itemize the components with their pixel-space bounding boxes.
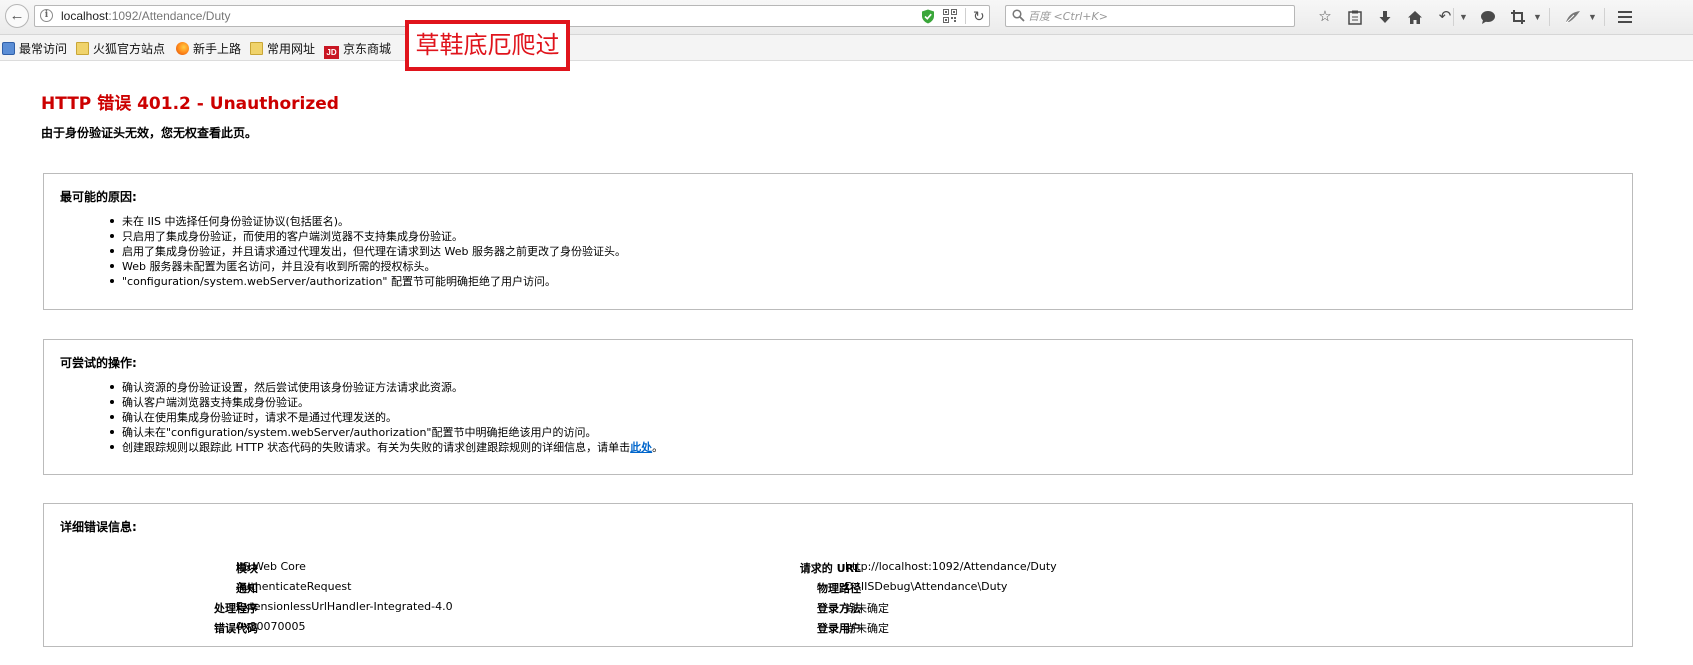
bookmarks-bar: 最常访问 火狐官方站点 新手上路 常用网址 JD 京东商城	[0, 35, 1693, 61]
reading-list-icon[interactable]	[1345, 7, 1365, 27]
back-arrow-icon: ←	[9, 7, 25, 24]
qr-code-icon[interactable]	[943, 9, 957, 23]
list-item-text: 确认在使用集成身份验证时，请求不是通过代理发送的。	[122, 411, 397, 424]
bookmark-label: 最常访问	[19, 42, 68, 56]
search-input[interactable]	[1028, 8, 1288, 24]
jd-icon: JD	[324, 46, 339, 59]
page-title: HTTP 错误 401.2 - Unauthorized	[41, 94, 339, 114]
list-item: 创建跟踪规则以跟踪此 HTTP 状态代码的失败请求。有关为失败的请求创建跟踪规则…	[110, 440, 663, 455]
bullet	[110, 279, 114, 283]
bookmark-most-visited[interactable]: 最常访问	[2, 40, 67, 56]
list-item: 未在 IIS 中选择任何身份验证协议(包括匿名)。	[110, 214, 626, 229]
list-item-text: 启用了集成身份验证，并且请求通过代理发出，但代理在请求到达 Web 服务器之前更…	[122, 245, 626, 258]
list-item-text: Web 服务器未配置为匿名访问，并且没有收到所需的授权标头。	[122, 260, 436, 273]
list-item-text: 创建跟踪规则以跟踪此 HTTP 状态代码的失败请求。有关为失败的请求创建跟踪规则…	[122, 441, 631, 454]
list-item: 确认未在"configuration/system.webServer/auth…	[110, 425, 663, 440]
bullet	[110, 445, 114, 449]
site-info-icon[interactable]: i	[40, 9, 53, 22]
search-icon	[1012, 9, 1025, 22]
extension-dropdown-icon[interactable]: ▼	[1588, 7, 1597, 27]
list-item: 启用了集成身份验证，并且请求通过代理发出，但代理在请求到达 Web 服务器之前更…	[110, 244, 626, 259]
actions-panel: 可尝试的操作: 确认资源的身份验证设置，然后尝试使用该身份验证方法请求此资源。 …	[43, 339, 1633, 475]
firefox-icon	[176, 42, 189, 55]
list-item: 确认资源的身份验证设置，然后尝试使用该身份验证方法请求此资源。	[110, 380, 663, 395]
list-item-text: 未在 IIS 中选择任何身份验证协议(包括匿名)。	[122, 215, 350, 228]
list-item: 确认客户端浏览器支持集成身份验证。	[110, 395, 663, 410]
list-item: 只启用了集成身份验证，而使用的客户端浏览器不支持集成身份验证。	[110, 229, 626, 244]
folder-icon	[76, 42, 89, 55]
bullet	[110, 264, 114, 268]
toolbar-separator	[1549, 8, 1550, 26]
browser-toolbar: ← i localhost:1092/Attendance/Duty ↻ ☆	[0, 0, 1693, 35]
detail-value-request-url: http://localhost:1092/Attendance/Duty	[845, 560, 1057, 573]
folder-icon	[250, 42, 263, 55]
bookmark-star-icon[interactable]: ☆	[1315, 7, 1335, 27]
crop-dropdown-icon[interactable]: ▼	[1533, 7, 1542, 27]
list-item: Web 服务器未配置为匿名访问，并且没有收到所需的授权标头。	[110, 259, 626, 274]
shield-icon[interactable]	[921, 9, 935, 24]
list-item: "configuration/system.webServer/authoriz…	[110, 274, 626, 289]
details-panel: 详细错误信息: 模块 IIS Web Core 通知 AuthenticateR…	[43, 503, 1633, 647]
detail-value-logon-user: 尚未确定	[845, 622, 889, 635]
bookmark-label: 常用网址	[267, 42, 316, 56]
causes-heading: 最可能的原因:	[60, 190, 137, 204]
bullet	[110, 415, 114, 419]
detail-value-module: IIS Web Core	[236, 560, 306, 573]
bookmark-getting-started[interactable]: 新手上路	[176, 40, 241, 56]
detail-value-handler: ExtensionlessUrlHandler-Integrated-4.0	[236, 600, 453, 613]
detail-value-error-code: 0x80070005	[236, 620, 306, 633]
url-text[interactable]: localhost:1092/Attendance/Duty	[61, 9, 230, 23]
bullet	[110, 219, 114, 223]
url-bar-divider	[965, 8, 966, 24]
recent-icon	[2, 42, 15, 55]
downloads-icon[interactable]	[1375, 7, 1395, 27]
details-heading: 详细错误信息:	[60, 520, 137, 534]
chat-bubble-icon[interactable]	[1478, 7, 1498, 27]
causes-list: 未在 IIS 中选择任何身份验证协议(包括匿名)。 只启用了集成身份验证，而使用…	[110, 214, 626, 289]
list-item-suffix: 。	[652, 441, 664, 454]
bookmark-label: 京东商城	[343, 42, 392, 56]
crop-icon[interactable]	[1508, 7, 1528, 27]
bullet	[110, 400, 114, 404]
bookmark-firefox-site[interactable]: 火狐官方站点	[76, 40, 165, 56]
page-subtitle: 由于身份验证头无效，您无权查看此页。	[41, 126, 258, 140]
detail-value-notification: AuthenticateRequest	[236, 580, 352, 593]
menu-icon[interactable]	[1615, 7, 1635, 27]
home-icon[interactable]	[1405, 7, 1425, 27]
url-host: localhost	[61, 9, 109, 23]
bookmark-label: 火狐官方站点	[93, 42, 166, 56]
annotation-box: 草鞋底厄爬过	[405, 20, 570, 71]
toolbar-separator	[1453, 8, 1454, 26]
detail-value-logon-method: 尚未确定	[845, 602, 889, 615]
bookmark-jd[interactable]: JD 京东商城	[324, 40, 392, 59]
undo-icon[interactable]: ↶	[1435, 7, 1455, 27]
bullet	[110, 430, 114, 434]
causes-panel: 最可能的原因: 未在 IIS 中选择任何身份验证协议(包括匿名)。 只启用了集成…	[43, 173, 1633, 310]
bullet	[110, 385, 114, 389]
detail-value-physical-path: D:\IISDebug\Attendance\Duty	[845, 580, 1008, 593]
reload-icon[interactable]: ↻	[973, 8, 985, 24]
bookmark-common-sites[interactable]: 常用网址	[250, 40, 315, 56]
url-path: :1092/Attendance/Duty	[108, 9, 231, 23]
undo-dropdown-icon[interactable]: ▼	[1459, 7, 1468, 27]
bullet	[110, 249, 114, 253]
extension-icon[interactable]	[1563, 7, 1583, 27]
list-item-text: "configuration/system.webServer/authoriz…	[122, 275, 556, 288]
list-item-text: 确认未在"configuration/system.webServer/auth…	[122, 426, 597, 439]
back-button[interactable]: ←	[5, 4, 29, 28]
toolbar-separator	[1604, 8, 1605, 26]
list-item: 确认在使用集成身份验证时，请求不是通过代理发送的。	[110, 410, 663, 425]
bullet	[110, 234, 114, 238]
bookmark-label: 新手上路	[193, 42, 242, 56]
list-item-text: 确认资源的身份验证设置，然后尝试使用该身份验证方法请求此资源。	[122, 381, 463, 394]
here-link[interactable]: 此处	[630, 441, 652, 454]
list-item-text: 只启用了集成身份验证，而使用的客户端浏览器不支持集成身份验证。	[122, 230, 463, 243]
search-bar[interactable]	[1005, 5, 1295, 27]
list-item-text: 确认客户端浏览器支持集成身份验证。	[122, 396, 309, 409]
actions-heading: 可尝试的操作:	[60, 356, 137, 370]
actions-list: 确认资源的身份验证设置，然后尝试使用该身份验证方法请求此资源。 确认客户端浏览器…	[110, 380, 663, 455]
